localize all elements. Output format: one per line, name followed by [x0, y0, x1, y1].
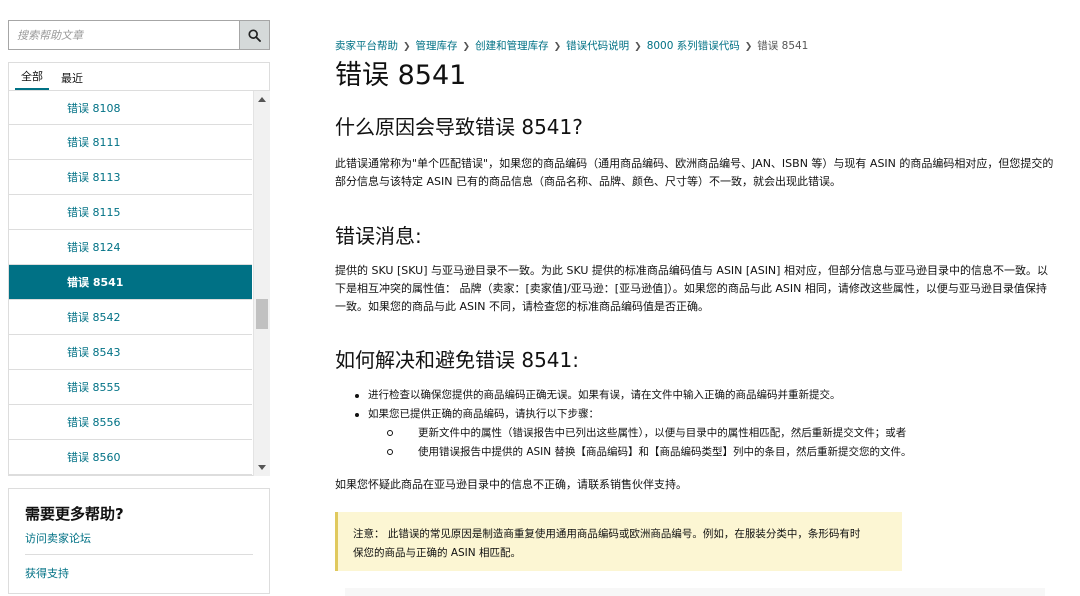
list-item-error-8541-active[interactable]: 错误 8541: [9, 265, 252, 300]
breadcrumb: 卖家平台帮助 ❯ 管理库存 ❯ 创建和管理库存 ❯ 错误代码说明 ❯ 8000 系列错误代码 ❯ 错…: [335, 38, 1065, 54]
list-item-error-8543[interactable]: 错误 8543: [9, 335, 252, 370]
breadcrumb-current: 错误 8541: [757, 40, 809, 52]
scroll-thumb[interactable]: [256, 299, 268, 329]
chevron-right-icon: ❯: [553, 42, 562, 52]
list-item: 更新文件中的属性（错误报告中已列出这些属性），以便与目录中的属性相匹配，然后重新…: [368, 424, 1035, 443]
scroll-up-arrow-icon[interactable]: [258, 97, 266, 102]
list-item-error-8556[interactable]: 错误 8556: [9, 405, 252, 440]
list-item-error-8108[interactable]: 错误 8108: [9, 91, 252, 125]
cause-heading: 什么原因会导致错误 8541?: [335, 115, 583, 139]
search-button[interactable]: [239, 21, 269, 49]
page-title: 错误 8541: [335, 60, 467, 91]
breadcrumb-link[interactable]: 8000 系列错误代码: [647, 40, 740, 52]
tab-recent[interactable]: 最近: [55, 70, 89, 90]
sub-steps-list: 更新文件中的属性（错误报告中已列出这些属性），以便与目录中的属性相匹配，然后重新…: [368, 424, 1035, 462]
list-item: 使用错误报告中提供的 ASIN 替换【商品编码】和【商品编码类型】列中的条目，然…: [368, 443, 1035, 462]
list-item-error-8113[interactable]: 错误 8113: [9, 160, 252, 195]
search-box: [8, 20, 270, 50]
note-line: 注意： 此错误的常见原因是制造商重复使用通用商品编码或欧洲商品编号。例如，在服装…: [353, 528, 861, 540]
list-item-error-8115[interactable]: 错误 8115: [9, 195, 252, 230]
list-item-error-8560[interactable]: 错误 8560: [9, 440, 252, 475]
breadcrumb-link[interactable]: 创建和管理库存: [475, 40, 549, 52]
help-nav-panel: 全部 最近 错误 8108 错误 8111 错误 8113 错误 8115 错误…: [8, 62, 270, 476]
resolve-steps-list: 进行检查以确保您提供的商品编码正确无误。如果有误，请在文件中输入正确的商品编码并…: [335, 386, 1035, 462]
message-text: 提供的 SKU [SKU] 与亚马逊目录不一致。为此 SKU 提供的标准商品编码…: [335, 264, 1048, 313]
closing-text: 如果您怀疑此商品在亚马逊目录中的信息不正确，请联系销售伙伴支持。: [335, 478, 687, 491]
note-box: 注意： 此错误的常见原因是制造商重复使用通用商品编码或欧洲商品编号。例如，在服装…: [335, 512, 902, 571]
list-item-error-8542[interactable]: 错误 8542: [9, 300, 252, 335]
more-help-title: 需要更多帮助?: [25, 505, 124, 523]
search-icon: [248, 28, 261, 42]
chevron-right-icon: ❯: [744, 42, 753, 52]
divider: [345, 588, 1045, 596]
get-support-link[interactable]: 获得支持: [25, 565, 253, 581]
chevron-right-icon: ❯: [403, 42, 411, 52]
step-text: 进行检查以确保您提供的商品编码正确无误。如果有误，请在文件中输入正确的商品编码并…: [368, 389, 841, 401]
seller-forum-link[interactable]: 访问卖家论坛: [25, 530, 253, 546]
list-item: 如果您已提供正确的商品编码，请执行以下步骤： 更新文件中的属性（错误报告中已列出…: [335, 405, 1035, 462]
list-scrollbar[interactable]: [253, 91, 270, 476]
breadcrumb-link[interactable]: 卖家平台帮助: [335, 40, 398, 52]
list-item-error-8124[interactable]: 错误 8124: [9, 230, 252, 265]
cause-text: 此错误通常称为"单个匹配错误"，如果您的商品编码（通用商品编码、欧洲商品编号、J…: [335, 157, 1054, 188]
chevron-right-icon: ❯: [462, 42, 471, 52]
tab-all[interactable]: 全部: [15, 68, 49, 90]
search-input[interactable]: [9, 21, 239, 49]
breadcrumb-link[interactable]: 管理库存: [416, 40, 458, 52]
chevron-right-icon: ❯: [634, 42, 642, 52]
scroll-down-arrow-icon[interactable]: [258, 465, 266, 470]
message-heading: 错误消息:: [335, 224, 422, 248]
more-help-box: 需要更多帮助? 访问卖家论坛 获得支持: [8, 488, 270, 594]
list-item: 进行检查以确保您提供的商品编码正确无误。如果有误，请在文件中输入正确的商品编码并…: [335, 386, 1035, 405]
article-content: 卖家平台帮助 ❯ 管理库存 ❯ 创建和管理库存 ❯ 错误代码说明 ❯ 8000 系列错误代码 ❯ 错…: [335, 38, 1065, 571]
step-text: 如果您已提供正确的商品编码，请执行以下步骤：: [368, 408, 599, 420]
list-item-error-8111[interactable]: 错误 8111: [9, 125, 252, 160]
list-item-error-8555[interactable]: 错误 8555: [9, 370, 252, 405]
error-list: 错误 8108 错误 8111 错误 8113 错误 8115 错误 8124 …: [9, 91, 252, 476]
nav-tabs: 全部 最近: [9, 63, 269, 91]
resolve-heading: 如何解决和避免错误 8541:: [335, 348, 579, 372]
note-line: 保您的商品与正确的 ASIN 相匹配。: [353, 547, 521, 559]
breadcrumb-link[interactable]: 错误代码说明: [566, 40, 629, 52]
divider: [25, 554, 253, 555]
